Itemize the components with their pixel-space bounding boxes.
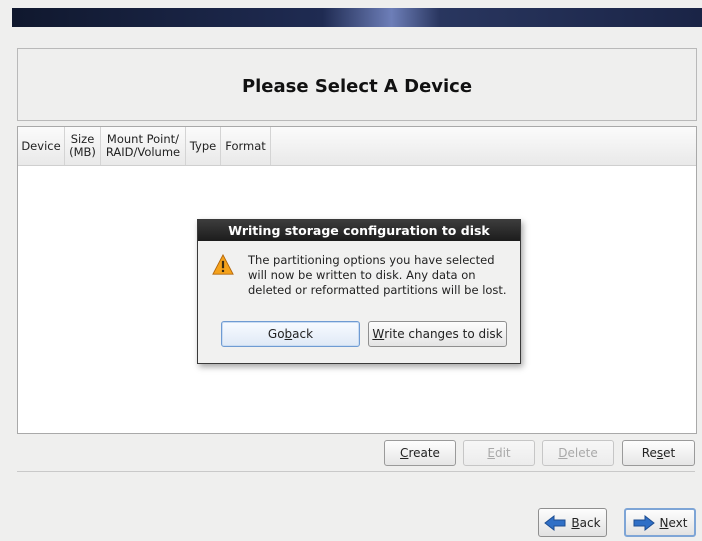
edit-button[interactable]: Edit	[463, 440, 535, 466]
back-button[interactable]: Back	[538, 508, 607, 537]
column-device[interactable]: Device	[18, 127, 65, 165]
column-mount-point[interactable]: Mount Point/RAID/Volume	[101, 127, 186, 165]
separator	[17, 471, 695, 472]
confirm-write-dialog: Writing storage configuration to disk Th…	[197, 219, 521, 364]
next-arrow-icon	[633, 514, 655, 531]
column-type[interactable]: Type	[186, 127, 221, 165]
page-title: Please Select A Device	[241, 76, 473, 97]
reset-button[interactable]: Re s et	[622, 440, 695, 466]
column-format[interactable]: Format	[221, 127, 271, 165]
warning-icon	[212, 254, 234, 275]
go-back-button[interactable]: Go b ack	[221, 321, 360, 347]
table-header: Device Size (MB) Mount Point/RAID/Volume …	[18, 127, 696, 166]
top-banner	[12, 8, 702, 27]
header-panel: Please Select A Device	[17, 48, 697, 121]
column-size[interactable]: Size (MB)	[65, 127, 101, 165]
dialog-message: The partitioning options you have select…	[248, 253, 507, 297]
delete-button[interactable]: Delete	[542, 440, 614, 466]
dialog-title: Writing storage configuration to disk	[198, 220, 520, 241]
write-changes-button[interactable]: Write changes to disk	[368, 321, 507, 347]
back-arrow-icon	[544, 514, 566, 531]
create-button[interactable]: Create	[384, 440, 456, 466]
next-button[interactable]: Next	[624, 508, 696, 537]
